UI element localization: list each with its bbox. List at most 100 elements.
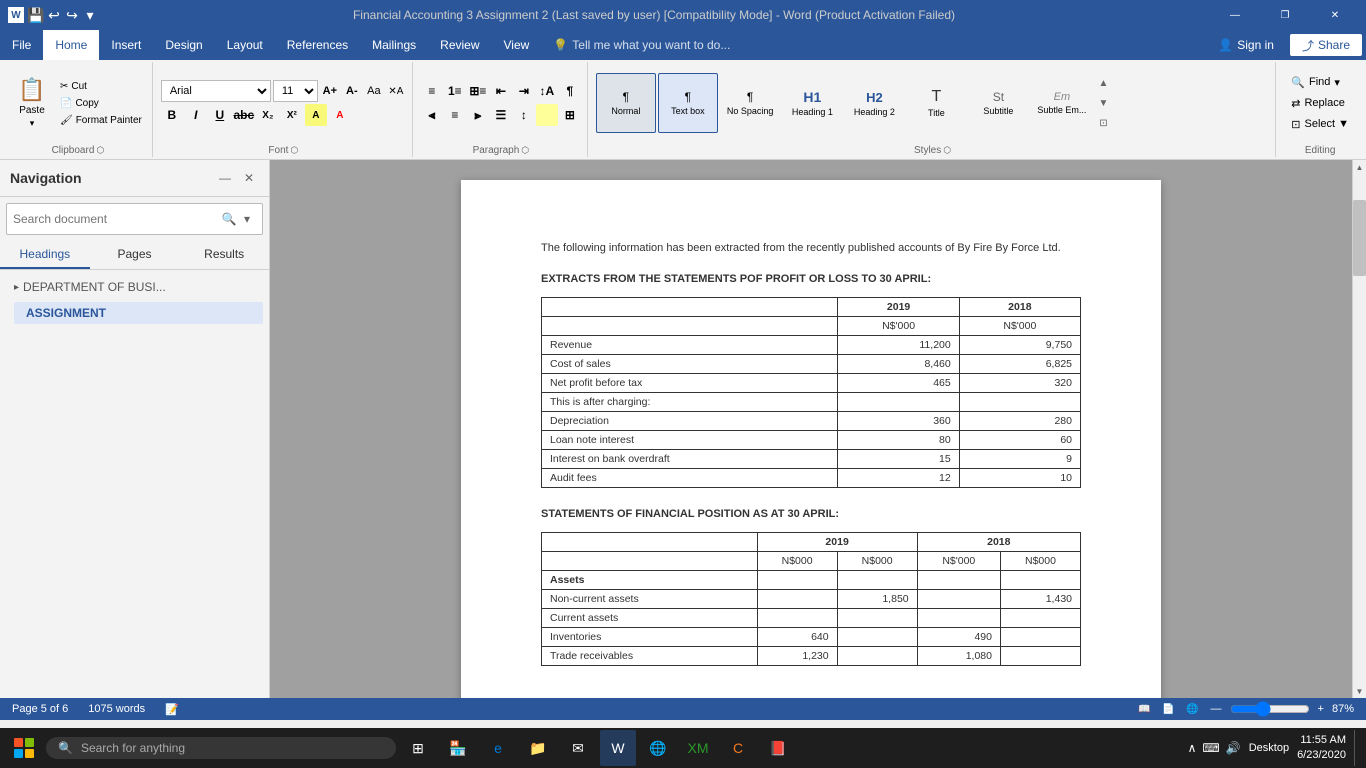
nav-tab-headings[interactable]: Headings — [0, 241, 90, 269]
menu-view[interactable]: View — [492, 30, 542, 60]
style-heading1[interactable]: H1 Heading 1 — [782, 73, 842, 133]
style-textbox[interactable]: ¶ Text box — [658, 73, 718, 133]
line-spacing-btn[interactable]: ↕ — [513, 104, 535, 126]
customize-btn[interactable]: ▾ — [84, 9, 96, 21]
search-document-input[interactable] — [13, 212, 220, 226]
copy-btn[interactable]: 📄 Copy — [56, 96, 146, 111]
clipboard-expand[interactable]: ⬡ — [96, 145, 104, 156]
cut-btn[interactable]: ✂ Cut — [56, 79, 146, 94]
font-size-select[interactable]: 11 — [273, 80, 318, 102]
zoom-minus[interactable]: — — [1211, 703, 1222, 715]
zoom-slider[interactable] — [1230, 701, 1310, 717]
increase-indent-btn[interactable]: ⇥ — [513, 80, 535, 102]
decrease-indent-btn[interactable]: ⇤ — [490, 80, 512, 102]
styles-expand-btn[interactable]: ⬡ — [943, 145, 951, 156]
style-title[interactable]: T Title — [906, 73, 966, 133]
clear-format-btn[interactable]: ✕A — [386, 81, 406, 101]
font-name-select[interactable]: Arial — [161, 80, 271, 102]
paste-dropdown[interactable]: ▾ — [30, 118, 35, 129]
nav-tab-results[interactable]: Results — [179, 241, 269, 269]
save-btn[interactable]: 💾 — [30, 9, 42, 21]
taskbar-search[interactable]: 🔍 Search for anything — [46, 737, 396, 759]
decrease-font-btn[interactable]: A- — [342, 81, 362, 101]
show-hidden-btn[interactable]: ∧ — [1188, 741, 1197, 755]
menu-mailings[interactable]: Mailings — [360, 30, 428, 60]
style-nospacing[interactable]: ¶ No Spacing — [720, 73, 781, 133]
find-btn[interactable]: 🔍 Find ▾ — [1284, 73, 1356, 92]
tell-me-input[interactable]: 💡 — [541, 30, 791, 60]
menu-design[interactable]: Design — [153, 30, 214, 60]
bold-btn[interactable]: B — [161, 104, 183, 126]
justify-btn[interactable]: ☰ — [490, 104, 512, 126]
c-btn[interactable]: C — [720, 730, 756, 766]
menu-references[interactable]: References — [275, 30, 360, 60]
change-case-btn[interactable]: Aa — [364, 81, 384, 101]
scroll-down-btn[interactable]: ▼ — [1353, 684, 1366, 698]
borders-btn[interactable]: ⊞ — [559, 104, 581, 126]
nav-minimize-btn[interactable]: — — [215, 168, 235, 188]
italic-btn[interactable]: I — [185, 104, 207, 126]
nav-heading-assignment[interactable]: ASSIGNMENT — [14, 302, 263, 324]
styles-expand[interactable]: ⊡ — [1095, 113, 1111, 133]
show-marks-btn[interactable]: ¶ — [559, 80, 581, 102]
share-btn[interactable]: ⤴Share — [1290, 34, 1362, 56]
menu-home[interactable]: Home — [43, 30, 99, 60]
text-highlight-btn[interactable]: A — [305, 104, 327, 126]
strikethrough-btn[interactable]: abc — [233, 104, 255, 126]
underline-btn[interactable]: U — [209, 104, 231, 126]
nav-tab-pages[interactable]: Pages — [90, 241, 180, 269]
tell-me-textbox[interactable] — [572, 38, 752, 52]
select-btn[interactable]: ⊡ Select ▼ — [1284, 115, 1356, 134]
nav-heading-dept[interactable]: ▸ DEPARTMENT OF BUSI... — [6, 276, 263, 298]
font-color-btn[interactable]: A — [329, 104, 351, 126]
close-btn[interactable]: ✕ — [1312, 0, 1358, 30]
shading-btn[interactable] — [536, 104, 558, 126]
style-heading2[interactable]: H2 Heading 2 — [844, 73, 904, 133]
undo-btn[interactable]: ↩ — [48, 9, 60, 21]
scrollbar-v[interactable]: ▲ ▼ — [1352, 160, 1366, 698]
mail-btn[interactable]: ✉ — [560, 730, 596, 766]
menu-insert[interactable]: Insert — [99, 30, 153, 60]
superscript-btn[interactable]: X² — [281, 104, 303, 126]
read-mode-btn[interactable]: 📖 — [1135, 701, 1155, 717]
align-left-btn[interactable]: ⫷ — [421, 104, 443, 126]
style-normal[interactable]: ¶ Normal — [596, 73, 656, 133]
task-view-btn[interactable]: ⊞ — [400, 730, 436, 766]
styles-scroll-down[interactable]: ▼ — [1095, 93, 1111, 113]
zoom-plus[interactable]: + — [1318, 703, 1324, 715]
document-area[interactable]: The following information has been extra… — [270, 160, 1352, 698]
web-layout-btn[interactable]: 🌐 — [1183, 701, 1203, 717]
paragraph-expand[interactable]: ⬡ — [521, 145, 529, 156]
volume-icon[interactable]: 🔊 — [1226, 741, 1241, 755]
paste-btn[interactable]: 📋 Paste ▾ — [10, 72, 54, 134]
scroll-up-btn[interactable]: ▲ — [1353, 160, 1366, 174]
sign-in-btn[interactable]: 👤Sign in — [1206, 30, 1286, 60]
numbering-btn[interactable]: 1≡ — [444, 80, 466, 102]
bullets-btn[interactable]: ≡ — [421, 80, 443, 102]
desktop-btn[interactable]: Desktop — [1249, 742, 1289, 754]
word-taskbar-btn[interactable]: W — [600, 730, 636, 766]
menu-review[interactable]: Review — [428, 30, 491, 60]
store-btn[interactable]: 🏪 — [440, 730, 476, 766]
search-icon-btn[interactable]: 🔍 — [220, 210, 238, 228]
redo-btn[interactable]: ↪ — [66, 9, 78, 21]
increase-font-btn[interactable]: A+ — [320, 81, 340, 101]
subscript-btn[interactable]: X₂ — [257, 104, 279, 126]
style-subtleem[interactable]: Em Subtle Em... — [1030, 73, 1093, 133]
explorer-btn[interactable]: 📁 — [520, 730, 556, 766]
scroll-thumb[interactable] — [1353, 200, 1366, 277]
taskbar-clock[interactable]: 11:55 AM 6/23/2020 — [1297, 733, 1346, 764]
chrome-btn[interactable]: 🌐 — [640, 730, 676, 766]
format-painter-btn[interactable]: 🖌 Format Painter — [56, 113, 146, 128]
align-right-btn[interactable]: ⫸ — [467, 104, 489, 126]
replace-btn[interactable]: ⇄ Replace — [1284, 94, 1356, 113]
edge-btn[interactable]: e — [480, 730, 516, 766]
menu-layout[interactable]: Layout — [215, 30, 275, 60]
search-box[interactable]: 🔍 ▾ — [6, 203, 263, 235]
style-subtitle[interactable]: St Subtitle — [968, 73, 1028, 133]
start-btn[interactable] — [6, 730, 42, 766]
search-dropdown-btn[interactable]: ▾ — [238, 210, 256, 228]
multilevel-btn[interactable]: ⊞≡ — [467, 80, 489, 102]
font-expand[interactable]: ⬡ — [290, 145, 298, 156]
xm-btn[interactable]: XM — [680, 730, 716, 766]
